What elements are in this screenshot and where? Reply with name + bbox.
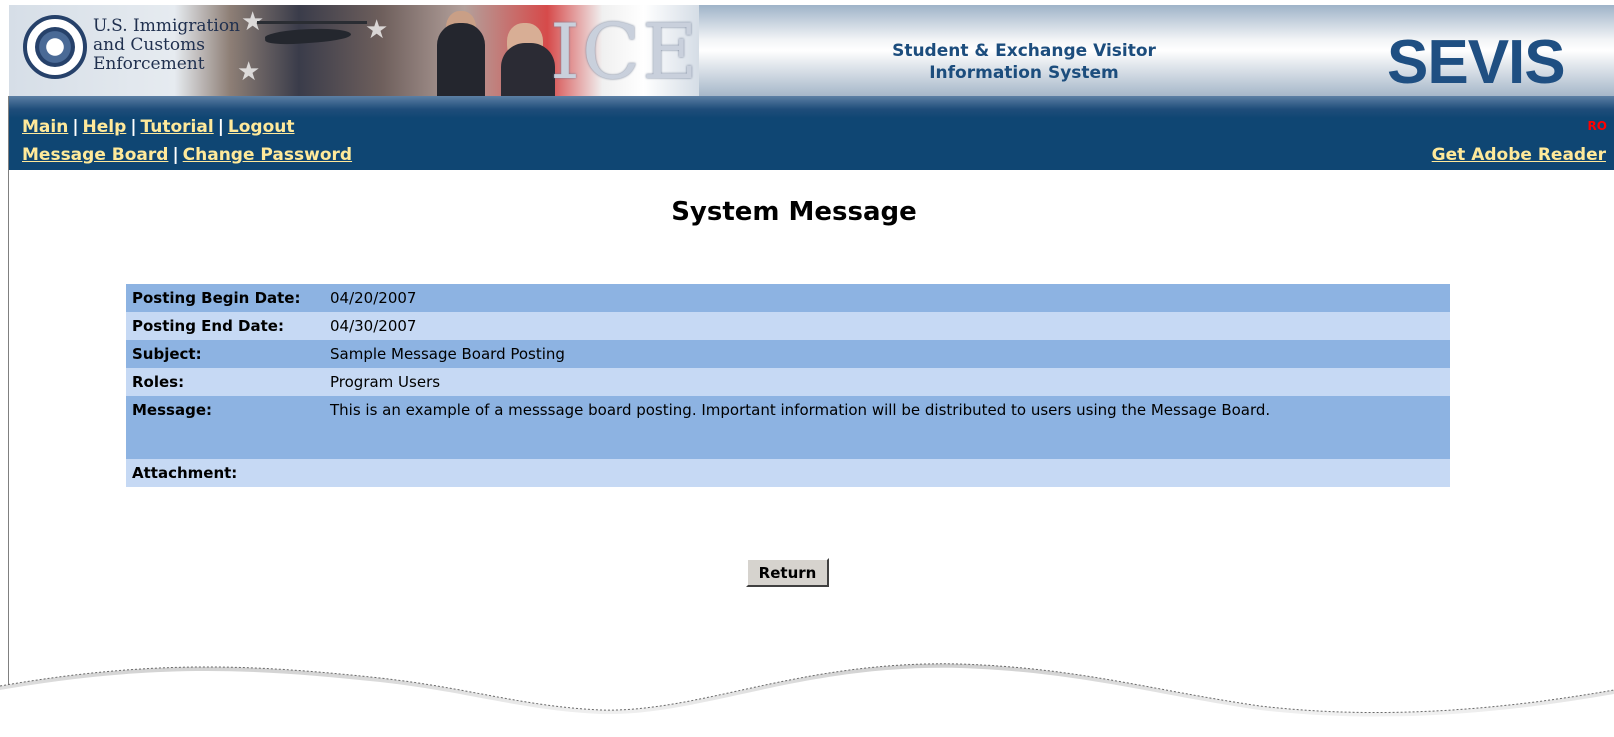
field-value [324, 459, 1450, 487]
nav-link-logout[interactable]: Logout [228, 117, 295, 137]
role-badge: RO [1587, 119, 1607, 133]
site-banner: U.S. Immigration and Customs Enforcement… [9, 5, 1614, 96]
agency-name-line: and Customs [93, 35, 205, 55]
message-details-table: Posting Begin Date: 04/20/2007 Posting E… [126, 284, 1450, 487]
dhs-seal-icon [23, 15, 87, 79]
nav-link-change-password[interactable]: Change Password [183, 145, 352, 165]
field-value: Sample Message Board Posting [324, 340, 1450, 368]
officer-photo [501, 43, 555, 96]
field-label: Attachment: [126, 459, 324, 487]
table-row: Roles: Program Users [126, 368, 1450, 396]
system-name: Student & Exchange Visitor Information S… [845, 40, 1203, 84]
page-border [8, 96, 9, 686]
officer-photo [437, 23, 485, 96]
torn-page-edge [0, 663, 1614, 737]
field-value: Program Users [324, 368, 1450, 396]
star-icon: ★ [237, 57, 261, 87]
nav-separator: | [217, 117, 224, 137]
sevis-logo: SEVIS [1387, 28, 1566, 96]
field-label: Roles: [126, 368, 324, 396]
star-icon: ★ [365, 15, 389, 45]
field-label: Posting Begin Date: [126, 284, 324, 312]
nav-link-tutorial[interactable]: Tutorial [141, 117, 214, 137]
nav-separator: | [172, 145, 179, 165]
field-value: 04/30/2007 [324, 312, 1450, 340]
nav-separator: | [72, 117, 79, 137]
page-title: System Message [671, 197, 917, 227]
return-button[interactable]: Return [746, 558, 829, 587]
field-value: 04/20/2007 [324, 284, 1450, 312]
table-row: Posting End Date: 04/30/2007 [126, 312, 1450, 340]
helicopter-icon [257, 21, 367, 24]
nav-separator: | [130, 117, 137, 137]
field-label: Subject: [126, 340, 324, 368]
ice-logo: ICE [550, 7, 699, 96]
nav-bar: Main | Help | Tutorial | Logout Message Board |… [9, 96, 1614, 170]
nav-link-main[interactable]: Main [22, 117, 68, 137]
field-label: Message: [126, 396, 324, 459]
nav-row-secondary: Message Board | Change Password [22, 145, 352, 165]
table-row: Subject: Sample Message Board Posting [126, 340, 1450, 368]
system-name-line: Student & Exchange Visitor [892, 41, 1156, 61]
nav-row-primary: Main | Help | Tutorial | Logout [22, 117, 295, 137]
system-name-line: Information System [929, 63, 1119, 83]
ice-banner-image: U.S. Immigration and Customs Enforcement… [9, 5, 699, 96]
nav-link-message-board[interactable]: Message Board [22, 145, 168, 165]
field-value: This is an example of a messsage board p… [324, 396, 1450, 459]
field-label: Posting End Date: [126, 312, 324, 340]
table-row: Message: This is an example of a messsag… [126, 396, 1450, 459]
nav-link-help[interactable]: Help [83, 117, 127, 137]
table-row: Posting Begin Date: 04/20/2007 [126, 284, 1450, 312]
get-adobe-reader-link[interactable]: Get Adobe Reader [1432, 145, 1606, 165]
table-row: Attachment: [126, 459, 1450, 487]
